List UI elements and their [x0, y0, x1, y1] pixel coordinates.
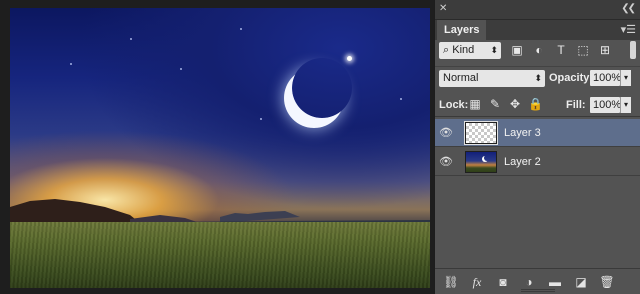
- fill-dropdown-arrow[interactable]: ▾: [620, 97, 631, 113]
- lock-all-icon[interactable]: 🔒: [528, 97, 543, 112]
- layers-panel: ✕ ❮❮ Layers ▾☰ ⌕ Kind ⬍ ▣ ◐ T ⬚ ⊞ Normal…: [434, 0, 640, 294]
- panel-tab-row: Layers ▾☰: [435, 20, 640, 40]
- night-sky-image: [10, 8, 430, 288]
- close-x-icon[interactable]: ✕: [439, 3, 447, 14]
- updown-chevron-icon: ⬍: [534, 73, 542, 83]
- opacity-label: Opacity:: [549, 72, 594, 84]
- lock-transparent-pixels-icon[interactable]: ▦: [468, 97, 482, 112]
- fill-input[interactable]: 100%: [590, 97, 621, 113]
- eye-icon[interactable]: 👁: [439, 126, 453, 140]
- lock-image-pixels-icon[interactable]: ✎: [488, 97, 502, 112]
- mask-icon[interactable]: ◙: [495, 274, 511, 290]
- link-layers-icon[interactable]: ⛓: [443, 274, 459, 290]
- lock-label: Lock:: [439, 99, 469, 111]
- layer-name[interactable]: Layer 2: [504, 156, 541, 168]
- fill-label: Fill:: [566, 99, 586, 111]
- opacity-input[interactable]: 100%: [590, 70, 621, 86]
- fx-icon[interactable]: fx: [469, 274, 485, 290]
- layer-row-layer-2[interactable]: 👁 Layer 2: [435, 148, 640, 176]
- folder-icon[interactable]: ▬: [547, 274, 563, 290]
- filter-kind-label: Kind: [452, 44, 475, 56]
- layer-thumbnail[interactable]: [465, 151, 497, 173]
- bright-star: [347, 56, 352, 61]
- updown-chevron-icon: ⬍: [490, 45, 498, 55]
- layer-thumbnail[interactable]: [464, 121, 498, 145]
- layer-name[interactable]: Layer 3: [504, 127, 541, 139]
- search-icon: ⌕: [443, 44, 450, 56]
- smart-object-filter-icon[interactable]: ⊞: [597, 42, 613, 58]
- layers-list: 👁 Layer 3 👁 Layer 2: [435, 116, 640, 266]
- shape-filter-icon[interactable]: ⬚: [575, 42, 591, 58]
- lock-position-icon[interactable]: ✥: [508, 97, 522, 112]
- eye-icon[interactable]: 👁: [439, 155, 453, 169]
- panel-menu-icon[interactable]: ▾☰: [621, 23, 636, 36]
- new-layer-icon[interactable]: ◪: [573, 274, 589, 290]
- filter-toggle-switch[interactable]: [630, 41, 636, 59]
- blend-mode-value: Normal: [443, 72, 479, 84]
- crescent-moon: [292, 58, 352, 118]
- layer-row-layer-3[interactable]: 👁 Layer 3: [435, 119, 640, 147]
- blend-mode-select[interactable]: Normal ⬍: [439, 70, 545, 87]
- adjustment-filter-icon[interactable]: ◐: [531, 42, 547, 58]
- opacity-dropdown-arrow[interactable]: ▾: [620, 70, 631, 86]
- layers-bottom-toolbar: ⛓ fx ◙ ◑ ▬ ◪ 🗑: [435, 268, 640, 294]
- tab-layers[interactable]: Layers: [437, 20, 487, 40]
- trash-icon[interactable]: 🗑: [599, 274, 615, 290]
- type-filter-icon[interactable]: T: [553, 42, 569, 58]
- blend-row: Normal ⬍ Opacity: 100% ▾: [435, 66, 640, 88]
- lock-row: Lock: ▦ ✎ ✥ 🔒 Fill: 100% ▾: [435, 94, 640, 116]
- adjustment-layer-icon[interactable]: ◑: [521, 274, 537, 290]
- panel-header: ✕ ❮❮: [435, 0, 640, 20]
- grass-field: [10, 222, 430, 288]
- layer-filter-row: ⌕ Kind ⬍ ▣ ◐ T ⬚ ⊞: [435, 40, 640, 62]
- filter-kind-select[interactable]: ⌕ Kind ⬍: [439, 42, 501, 59]
- document-canvas[interactable]: [0, 0, 434, 294]
- pixel-filter-icon[interactable]: ▣: [509, 42, 525, 58]
- resize-grip[interactable]: [521, 289, 555, 292]
- double-chevron-icon[interactable]: ❮❮: [621, 3, 636, 14]
